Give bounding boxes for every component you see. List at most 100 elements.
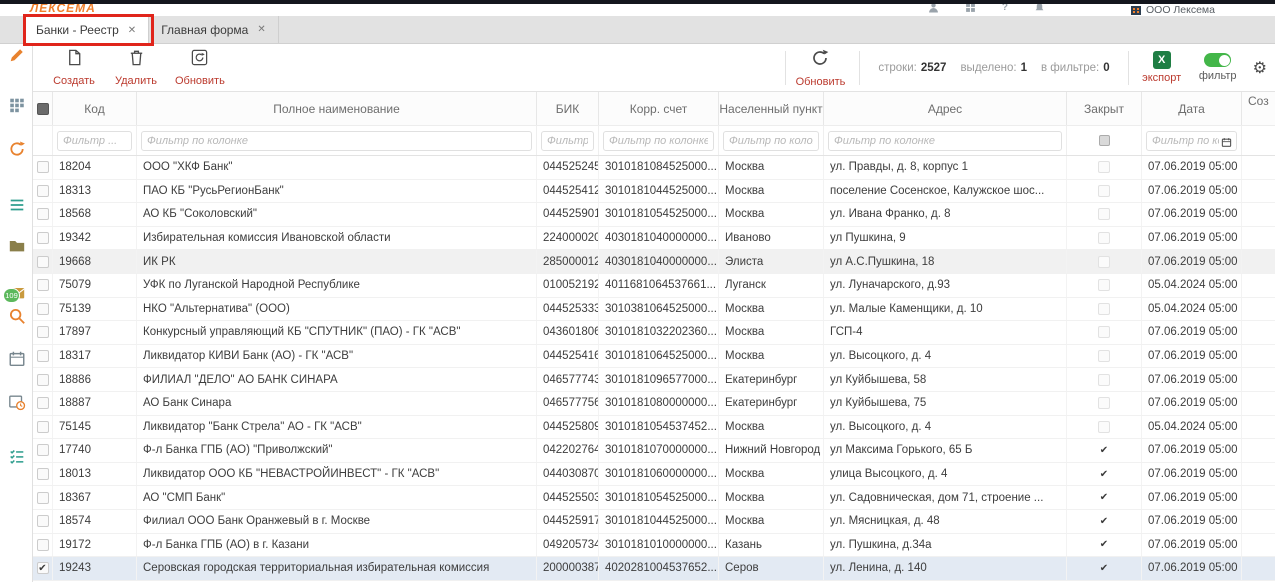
row-checkbox[interactable] — [37, 303, 49, 315]
company-name[interactable]: ООО Лексема — [1131, 4, 1215, 16]
select-all-checkbox[interactable] — [37, 103, 49, 115]
row-checkbox[interactable] — [37, 256, 49, 268]
row-checkbox[interactable] — [37, 161, 49, 173]
table-row[interactable]: 18313 ПАО КБ "РусьРегионБанк" 044525412 … — [33, 180, 1275, 204]
filter-toggle[interactable]: фильтр — [1195, 53, 1241, 82]
cell-partial — [1242, 227, 1275, 250]
row-checkbox[interactable] — [37, 232, 49, 244]
edit-pencil-icon[interactable] — [8, 46, 26, 64]
calendar-icon[interactable] — [8, 350, 26, 368]
cell-partial — [1242, 439, 1275, 462]
tab-banks-registry[interactable]: Банки - Реестр ✕ — [24, 16, 149, 43]
row-checkbox[interactable] — [37, 515, 49, 527]
cell-partial — [1242, 486, 1275, 509]
row-checkbox[interactable] — [37, 539, 49, 551]
table-row[interactable]: 17740 Ф-л Банка ГПБ (АО) "Приволжский" 0… — [33, 439, 1275, 463]
user-icon[interactable] — [928, 4, 939, 16]
tab-close-icon[interactable]: ✕ — [128, 25, 136, 36]
header-icons: ? — [928, 4, 1045, 16]
row-checkbox[interactable] — [37, 374, 49, 386]
apps-icon[interactable] — [965, 4, 976, 16]
refresh-grid-button[interactable]: Обновить — [796, 48, 846, 88]
filter-account-input[interactable] — [603, 131, 714, 151]
column-header-city[interactable]: Населенный пункт — [719, 92, 824, 125]
cell-bik: 044525901 — [537, 203, 599, 226]
filter-bik-input[interactable] — [541, 131, 594, 151]
column-header-account[interactable]: Корр. счет — [599, 92, 719, 125]
table-row[interactable]: 19668 ИК РК 285000012 4030181040000000..… — [33, 250, 1275, 274]
column-header-name[interactable]: Полное наименование — [137, 92, 537, 125]
table-row[interactable]: 17897 Конкурсный управляющий КБ "СПУТНИК… — [33, 321, 1275, 345]
sync-icon[interactable] — [8, 140, 26, 158]
row-checkbox[interactable] — [37, 444, 49, 456]
schedule-clock-icon[interactable] — [8, 393, 26, 411]
search-icon[interactable] — [8, 307, 26, 325]
row-checkbox[interactable] — [37, 279, 49, 291]
closed-checkbox — [1098, 515, 1110, 527]
table-row[interactable]: 18204 ООО "ХКФ Банк" 044525245 301018108… — [33, 156, 1275, 180]
export-excel-button[interactable]: X экспорт — [1139, 51, 1185, 84]
cell-address: ул Куйбышева, 75 — [824, 392, 1067, 415]
cell-bik: 044525412 — [537, 180, 599, 203]
table-row[interactable]: 18367 АО "СМП Банк" 044525503 3010181054… — [33, 486, 1275, 510]
column-header-bik[interactable]: БИК — [537, 92, 599, 125]
menu-list-icon[interactable] — [8, 196, 26, 214]
cell-full-name: ООО "ХКФ Банк" — [137, 156, 537, 179]
cell-city: Екатеринбург — [719, 368, 824, 391]
filter-name-input[interactable] — [141, 131, 532, 151]
table-row[interactable]: 19243 Серовская городская территориальна… — [33, 557, 1275, 581]
refresh-icon — [190, 48, 209, 72]
tab-main-form[interactable]: Главная форма ✕ — [149, 16, 279, 43]
table-row[interactable]: 75145 Ликвидатор "Банк Стрела" АО - ГК "… — [33, 416, 1275, 440]
filtered-count-value: 0 — [1103, 62, 1109, 74]
table-row[interactable]: 18317 Ликвидатор КИВИ Банк (АО) - ГК "АС… — [33, 345, 1275, 369]
column-header-date[interactable]: Дата — [1142, 92, 1242, 125]
table-row[interactable]: 18568 АО КБ "Соколовский" 044525901 3010… — [33, 203, 1275, 227]
table-row[interactable]: 75079 УФК по Луганской Народной Республи… — [33, 274, 1275, 298]
row-checkbox[interactable] — [37, 185, 49, 197]
calendar-picker-icon[interactable] — [1221, 135, 1232, 153]
filter-closed-checkbox[interactable] — [1099, 135, 1110, 146]
notifications-icon[interactable] — [1034, 4, 1045, 16]
cell-corr-account: 3010181010000000... — [599, 534, 719, 557]
create-button[interactable]: Создать — [51, 48, 97, 87]
row-checkbox[interactable] — [37, 468, 49, 480]
row-checkbox[interactable] — [37, 492, 49, 504]
cell-corr-account: 3010181084525000... — [599, 156, 719, 179]
mail-badge: 109 — [3, 288, 20, 303]
table-row[interactable]: 19172 Ф-л Банка ГПБ (АО) в г. Казани 049… — [33, 534, 1275, 558]
table-row[interactable]: 19342 Избирательная комиссия Ивановской … — [33, 227, 1275, 251]
table-row[interactable]: 18574 Филиал ООО Банк Оранжевый в г. Мос… — [33, 510, 1275, 534]
column-header-closed[interactable]: Закрыт — [1067, 92, 1142, 125]
row-checkbox[interactable] — [37, 397, 49, 409]
filter-code-input[interactable] — [57, 131, 132, 151]
refresh-form-button[interactable]: Обновить — [175, 48, 225, 87]
column-header-code[interactable]: Код — [53, 92, 137, 125]
toggle-switch-icon[interactable] — [1204, 53, 1231, 67]
help-icon[interactable]: ? — [1002, 4, 1008, 16]
cell-corr-account: 3010181054525000... — [599, 203, 719, 226]
gear-icon[interactable]: ⚙ — [1253, 58, 1267, 78]
delete-button[interactable]: Удалить — [113, 48, 159, 87]
checklist-icon[interactable] — [8, 447, 26, 465]
cell-bik: 046577743 — [537, 368, 599, 391]
cell-code: 18574 — [53, 510, 137, 533]
row-checkbox[interactable] — [37, 326, 49, 338]
cell-corr-account: 3010381064525000... — [599, 298, 719, 321]
row-checkbox[interactable] — [37, 421, 49, 433]
filter-city-input[interactable] — [723, 131, 819, 151]
table-row[interactable]: 75139 НКО "Альтернатива" (ООО) 044525333… — [33, 298, 1275, 322]
table-row[interactable]: 18013 Ликвидатор ООО КБ "НЕВАСТРОЙИНВЕСТ… — [33, 463, 1275, 487]
filter-address-input[interactable] — [828, 131, 1062, 151]
column-header-address[interactable]: Адрес — [824, 92, 1067, 125]
column-header-partial[interactable]: Соз — [1242, 92, 1275, 125]
row-checkbox[interactable] — [37, 562, 49, 574]
table-row[interactable]: 18887 АО Банк Синара 046577756 301018108… — [33, 392, 1275, 416]
apps-grid-icon[interactable] — [8, 96, 26, 114]
tab-close-icon[interactable]: ✕ — [257, 24, 265, 35]
row-checkbox[interactable] — [37, 350, 49, 362]
cell-address: поселение Сосенское, Калужское шос... — [824, 180, 1067, 203]
table-row[interactable]: 18886 ФИЛИАЛ "ДЕЛО" АО БАНК СИНАРА 04657… — [33, 368, 1275, 392]
row-checkbox[interactable] — [37, 208, 49, 220]
folder-icon[interactable] — [8, 237, 26, 255]
